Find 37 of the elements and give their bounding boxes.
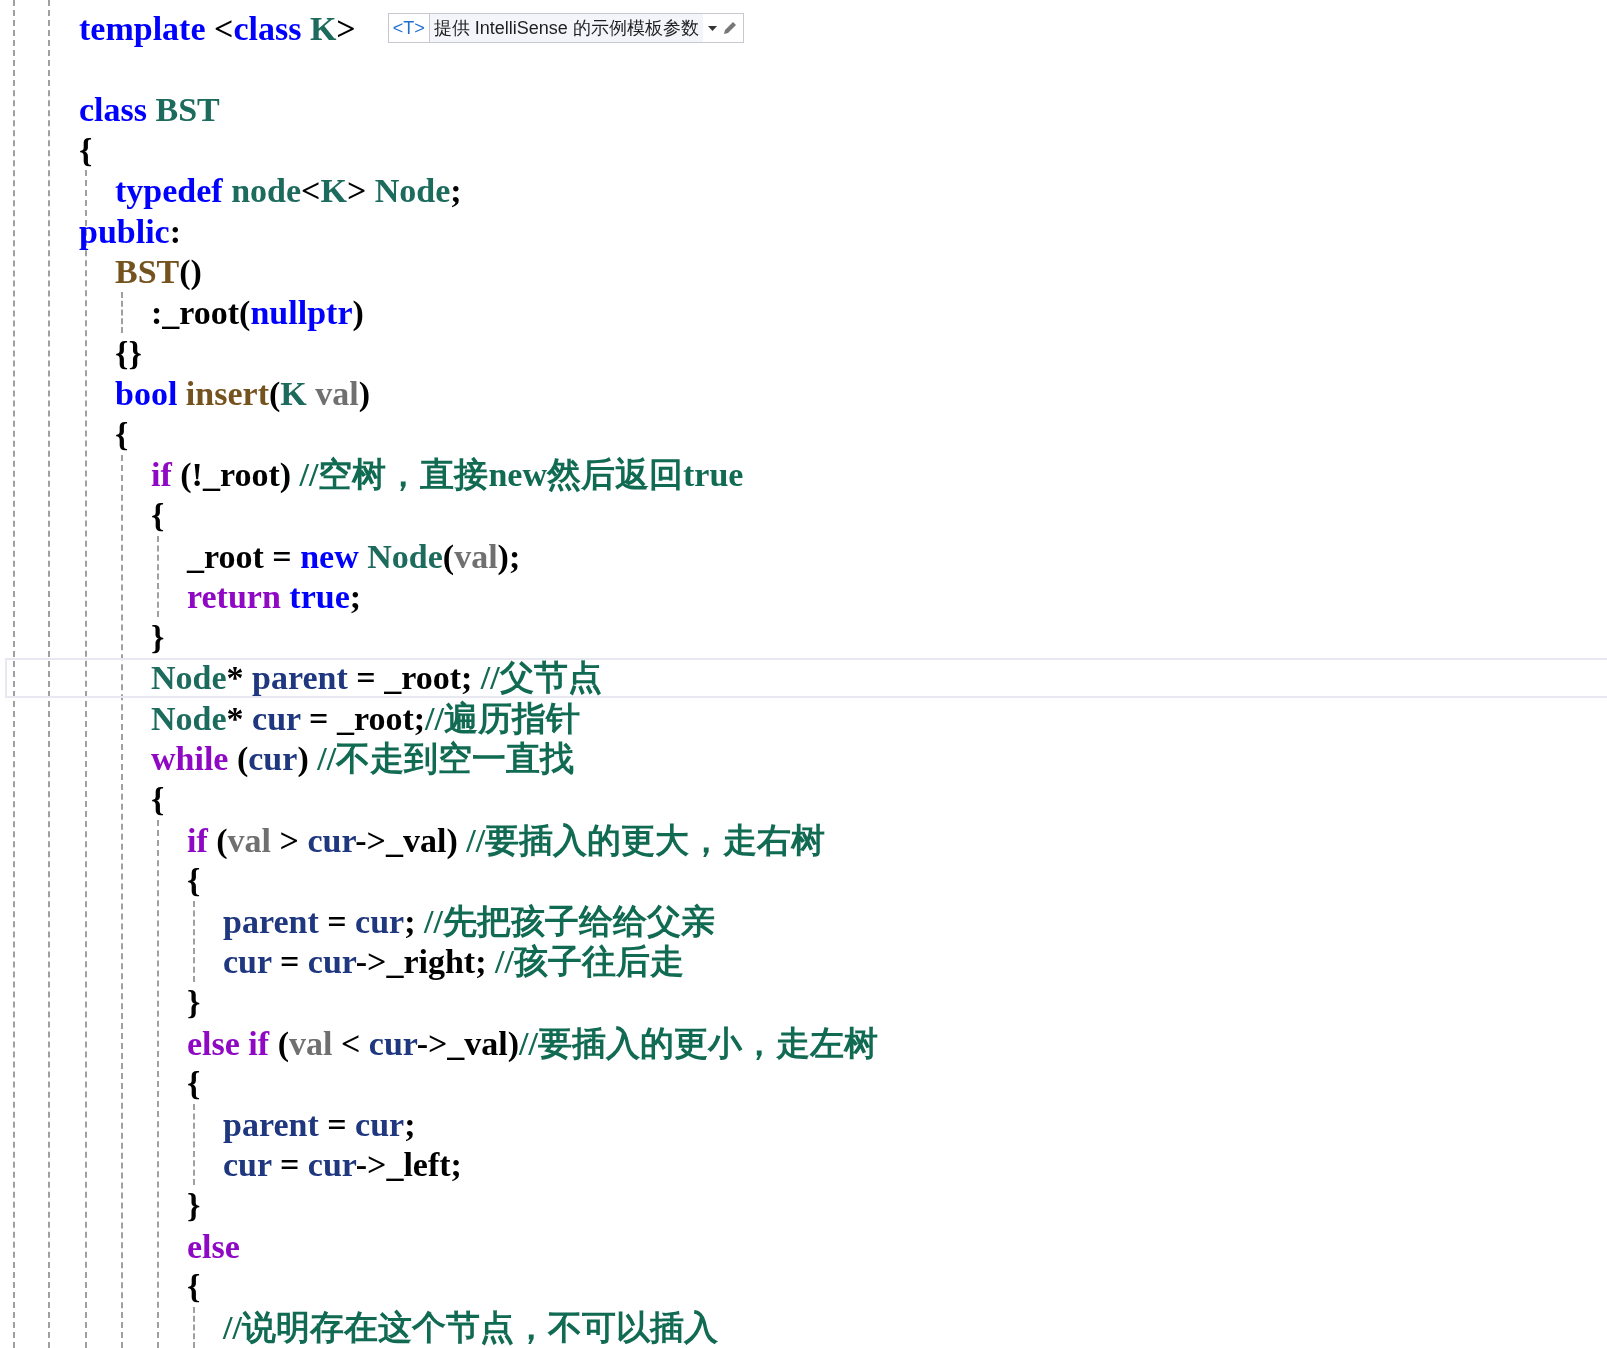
code-line: {} <box>115 333 142 374</box>
code-line: while (cur) //不走到空一直找 <box>151 739 575 780</box>
code-line: class BST <box>79 90 220 130</box>
code-line: else <box>187 1226 240 1267</box>
code-line: //说明存在这个节点，不可以插入 <box>223 1307 718 1348</box>
code-line: parent = cur; <box>223 1104 416 1145</box>
code-line: if (val > cur->_val) //要插入的更大，走右树 <box>187 820 826 861</box>
code-line: Node* cur = _root;//遍历指针 <box>151 698 580 739</box>
hint-text: 提供 IntelliSense 的示例模板参数 <box>429 14 703 43</box>
code-line: { <box>151 780 165 821</box>
code-line: parent = cur; //先把孩子给给父亲 <box>223 901 715 942</box>
code-line: _root = new Node(val); <box>187 536 521 577</box>
pencil-icon[interactable] <box>721 20 738 37</box>
code-line: if (!_root) //空树，直接new然后返回true <box>151 455 744 496</box>
code-line: } <box>151 617 165 658</box>
code-line: BST() <box>115 252 202 293</box>
code-line: cur = cur->_left; <box>223 1145 462 1186</box>
code-line: { <box>151 495 165 536</box>
template-tag: <T> <box>388 14 430 43</box>
code-line: :_root(nullptr) <box>151 292 364 333</box>
code-line: template <class K> <box>79 8 356 49</box>
code-line: { <box>187 1267 201 1308</box>
caret-icon[interactable] <box>707 25 717 31</box>
code-line: { <box>187 1064 201 1105</box>
code-line: public: <box>79 211 182 252</box>
code-line: typedef node<K> Node; <box>115 171 462 212</box>
template-hint-bar[interactable]: <T> 提供 IntelliSense 的示例模板参数 <box>387 13 744 44</box>
code-line: return true; <box>187 577 362 618</box>
code-line: { <box>187 861 201 902</box>
code-line: } <box>187 983 201 1024</box>
code-line: } <box>187 1186 201 1226</box>
code-line: bool insert(K val) <box>115 374 370 415</box>
code-line: { <box>115 414 129 455</box>
code-line: Node* parent = _root; //父节点 <box>151 658 602 699</box>
code-line: cur = cur->_right; //孩子往后走 <box>223 942 684 983</box>
code-line: { <box>79 130 93 171</box>
code-line: else if (val < cur->_val)//要插入的更小，走左树 <box>187 1023 878 1064</box>
